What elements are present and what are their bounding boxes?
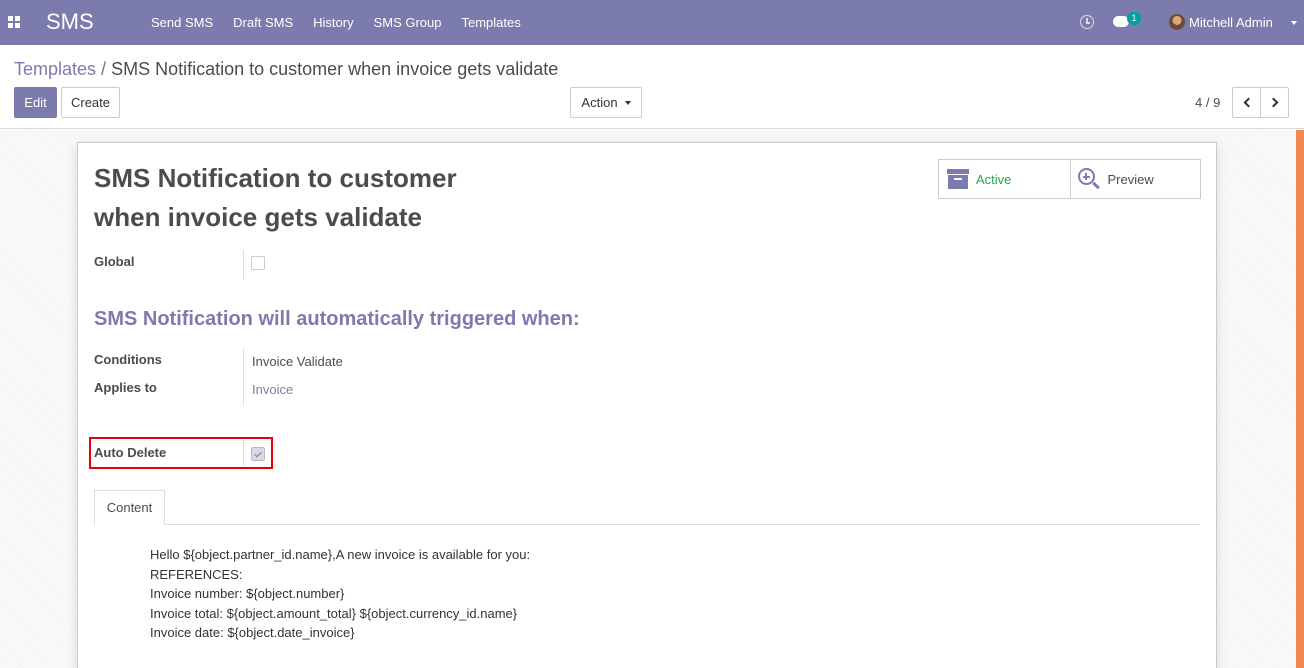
chevron-left-icon — [1243, 97, 1253, 108]
create-button[interactable]: Create — [61, 87, 120, 118]
auto-delete-checkbox[interactable] — [251, 447, 265, 461]
body-line: REFERENCES: — [150, 566, 243, 582]
sms-body-text[interactable]: Hello ${object.partner_id.name},A new in… — [150, 545, 530, 643]
chat-badge: 1 — [1127, 12, 1141, 25]
app-brand[interactable]: SMS — [46, 9, 94, 35]
field-separator — [243, 348, 244, 405]
edit-button[interactable]: Edit — [14, 87, 57, 118]
body-line: Invoice date: ${object.date_invoice} — [150, 625, 355, 641]
conditions-label: Conditions — [94, 352, 162, 367]
user-avatar[interactable] — [1169, 14, 1185, 30]
body-line: Hello ${object.partner_id.name},A new in… — [150, 547, 531, 562]
menu-item-draft-sms[interactable]: Draft SMS — [223, 0, 303, 45]
global-label: Global — [94, 254, 135, 269]
applies-to-link[interactable]: Invoice — [252, 382, 293, 397]
scrollbar[interactable] — [1296, 130, 1304, 668]
form-sheet: SMS Notification to customer when invoic… — [77, 142, 1217, 668]
section-title: SMS Notification will automatically trig… — [94, 308, 580, 330]
action-label: Action — [581, 95, 618, 110]
menu-item-send-sms[interactable]: Send SMS — [141, 0, 223, 45]
user-menu-caret-icon[interactable] — [1291, 21, 1297, 25]
record-title: SMS Notification to customer when invoic… — [94, 163, 457, 232]
user-menu[interactable]: Mitchell Admin — [1189, 15, 1273, 30]
breadcrumb-templates-link[interactable]: Templates — [14, 59, 96, 79]
archive-icon — [947, 169, 969, 189]
preview-label: Preview — [1107, 172, 1154, 187]
field-separator — [243, 250, 244, 280]
control-panel: Templates / SMS Notification to customer w… — [0, 45, 1304, 129]
top-navbar: SMS Send SMS Draft SMS History SMS Group… — [0, 0, 1304, 45]
auto-delete-label: Auto Delete — [94, 445, 167, 460]
applies-to-label: Applies to — [94, 380, 157, 395]
breadcrumb-separator: / — [101, 59, 107, 79]
menu-item-templates[interactable]: Templates — [452, 0, 531, 45]
menu-item-history[interactable]: History — [303, 0, 363, 45]
pager-value[interactable]: 4 / 9 — [1195, 95, 1220, 110]
notebook-tabs: Content — [94, 490, 1200, 525]
menu-item-sms-group[interactable]: SMS Group — [364, 0, 452, 45]
search-plus-icon — [1077, 168, 1100, 190]
active-label: Active — [976, 172, 1012, 187]
body-line: Invoice total: ${object.amount_total} ${… — [150, 605, 518, 621]
breadcrumb-current: SMS Notification to customer when invoic… — [111, 59, 559, 79]
tab-content[interactable]: Content — [94, 490, 165, 525]
caret-down-icon — [624, 100, 631, 105]
smart-button-box: Active Preview — [938, 159, 1201, 199]
preview-button[interactable]: Preview — [1069, 160, 1201, 198]
active-toggle-button[interactable]: Active — [939, 160, 1070, 198]
global-checkbox[interactable] — [251, 256, 265, 270]
action-dropdown-button[interactable]: Action — [570, 87, 642, 118]
pager-previous-button[interactable] — [1232, 87, 1261, 118]
activity-clock-icon[interactable] — [1080, 15, 1094, 29]
main-menu: Send SMS Draft SMS History SMS Group Tem… — [141, 0, 531, 45]
apps-menu-icon[interactable] — [8, 16, 20, 28]
field-separator — [243, 440, 244, 466]
conditions-value: Invoice Validate — [252, 354, 343, 369]
chevron-right-icon — [1268, 97, 1278, 108]
breadcrumb: Templates / SMS Notification to customer w… — [14, 59, 558, 80]
pager-next-button[interactable] — [1260, 87, 1289, 118]
body-line: Invoice number: ${object.number} — [150, 586, 345, 602]
